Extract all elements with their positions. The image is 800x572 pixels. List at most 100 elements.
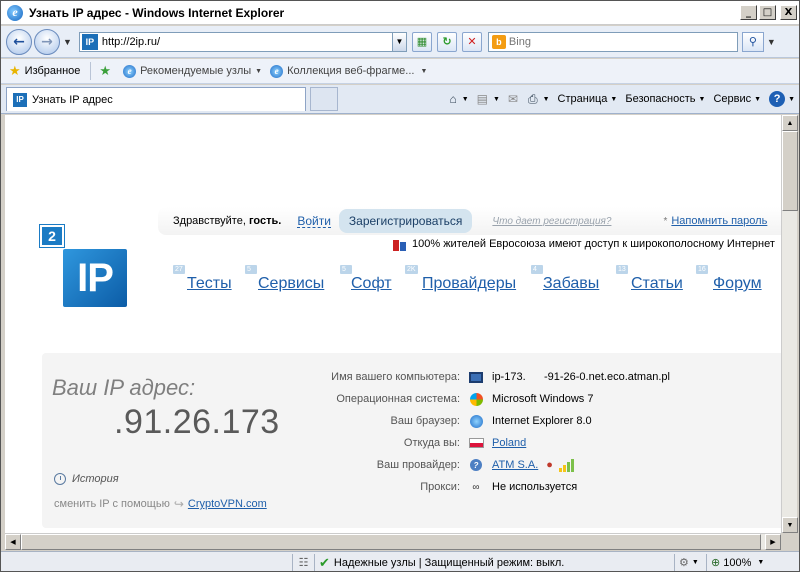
status-bar: ☷ ✔ Надежные узлы | Защищенный режим: вы…	[1, 551, 799, 572]
nav-badge: 16	[696, 265, 708, 274]
mail-button[interactable]: ✉	[508, 92, 520, 106]
ip-heading: Ваш IP адрес:	[52, 375, 196, 400]
help-icon: ?	[769, 91, 786, 107]
address-dropdown-button[interactable]: ▼	[391, 32, 406, 51]
add-favorite-icon: ★	[99, 63, 112, 78]
page-menu[interactable]: Страница ▼	[558, 93, 618, 105]
arrow-icon: ↪	[173, 497, 184, 511]
favorites-button[interactable]: ★ Избранное	[9, 63, 80, 79]
zoom-control[interactable]: ⊕ 100% ▼	[707, 554, 768, 572]
info-key: Ваш провайдер:	[376, 459, 460, 471]
scrollbar-thumb[interactable]	[21, 534, 761, 550]
chart-flag-icon	[393, 237, 407, 251]
check-icon: ✔	[319, 554, 330, 570]
refresh-button[interactable]: ↻	[436, 31, 457, 52]
logo-ip: IP	[63, 249, 127, 307]
zoom-icon: ⊕	[711, 557, 721, 569]
add-to-favorites-bar-button[interactable]: ★	[99, 63, 115, 79]
info-value-link[interactable]: ATM S.A.	[492, 459, 538, 471]
site-logo[interactable]: 2 IP	[36, 225, 132, 309]
chevron-down-icon: ▼	[757, 559, 765, 566]
new-tab-button[interactable]	[310, 87, 338, 111]
info-value: Microsoft Windows 7	[492, 393, 594, 405]
compat-status-icon[interactable]: ☷	[293, 553, 315, 571]
bug-icon[interactable]: ●	[546, 459, 553, 471]
nav-badge: 27	[173, 265, 185, 274]
tab-active[interactable]: IP Узнать IP адрес	[6, 87, 306, 111]
favorites-item-web-slices[interactable]: e Коллекция веб-фрагме... ▼	[270, 64, 427, 78]
safety-menu-label: Безопасность	[625, 93, 696, 105]
info-value: Не используется	[492, 481, 578, 493]
info-row-proxy: Прокси: ∞ Не используется	[232, 477, 772, 497]
chevron-down-icon: ▼	[461, 95, 469, 103]
register-button[interactable]: Зарегистрироваться	[338, 209, 473, 233]
security-zone[interactable]: ✔ Надежные узлы | Защищенный режим: выкл…	[315, 553, 675, 571]
history-dropdown-icon[interactable]: ▼	[63, 37, 72, 47]
close-button[interactable]: X	[780, 5, 797, 20]
scroll-right-icon[interactable]: ▶	[765, 534, 781, 550]
ip-history-link[interactable]: История	[54, 473, 119, 485]
login-bar: Здравствуйте, гость. Войти Зарегистриров…	[158, 207, 781, 235]
nav-label: Провайдеры	[422, 275, 517, 292]
isp-icon: ?	[468, 458, 484, 472]
chevron-down-icon: ▼	[698, 95, 706, 103]
nav-label: Софт	[351, 275, 392, 292]
info-key: Ваш браузер:	[390, 415, 460, 427]
back-button[interactable]: ←	[6, 28, 32, 55]
stop-button[interactable]: ✕	[461, 31, 482, 52]
windows7-icon	[468, 392, 484, 406]
maximize-button[interactable]: □	[759, 5, 776, 20]
vpn-link[interactable]: CryptoVPN.com	[188, 498, 267, 510]
search-box[interactable]: b	[487, 31, 738, 52]
favorites-item-label: Рекомендуемые узлы	[140, 65, 252, 77]
forward-button[interactable]: →	[34, 28, 60, 55]
nav-badge: 5	[245, 265, 257, 274]
search-options-dropdown-icon[interactable]: ▼	[767, 37, 776, 47]
chevron-down-icon: ▼	[542, 95, 550, 103]
glasses-icon: ∞	[472, 481, 480, 493]
search-input[interactable]	[508, 35, 737, 48]
print-button[interactable]: ⎙ ▼	[528, 92, 550, 107]
printer-icon: ⎙	[528, 91, 538, 106]
scroll-up-icon[interactable]: ▲	[782, 115, 798, 131]
title-bar: e Узнать IP адрес - Windows Internet Exp…	[1, 1, 799, 25]
search-button[interactable]: ⚲	[741, 31, 764, 52]
why-register-link[interactable]: Что дает регистрация?	[492, 216, 611, 227]
ip-info-panel: Ваш IP адрес: .91.26.173 История сменить…	[42, 353, 781, 528]
scroll-left-icon[interactable]: ◀	[5, 534, 21, 550]
eu-notice-text: 100% жителей Евросоюза имеют доступ к ши…	[412, 238, 775, 250]
safety-menu[interactable]: Безопасность ▼	[625, 93, 705, 105]
favorites-item-suggested-sites[interactable]: e Рекомендуемые узлы ▼	[123, 64, 262, 78]
info-key: Имя вашего компьютера:	[331, 371, 460, 383]
url-input[interactable]	[101, 35, 392, 48]
chevron-down-icon: ▼	[788, 95, 795, 103]
scroll-down-icon[interactable]: ▼	[782, 517, 798, 533]
login-link[interactable]: Войти	[297, 215, 331, 228]
window-title: Узнать IP адрес - Windows Internet Explo…	[29, 5, 285, 20]
eu-notice[interactable]: 100% жителей Евросоюза имеют доступ к ши…	[393, 237, 775, 251]
feeds-button[interactable]: ▤ ▼	[477, 92, 500, 106]
ie-page-icon: e	[123, 64, 137, 78]
protected-mode-button[interactable]: ⚙ ▼	[675, 553, 707, 571]
home-button[interactable]: ⌂ ▼	[449, 92, 468, 106]
vertical-scrollbar[interactable]: ▲ ▼	[781, 115, 798, 533]
ie-logo-icon: e	[7, 4, 23, 21]
tools-menu[interactable]: Сервис ▼	[713, 93, 761, 105]
chevron-down-icon: ▼	[610, 95, 618, 103]
tab-label: Узнать IP адрес	[32, 93, 113, 106]
scrollbar-thumb[interactable]	[782, 131, 798, 211]
address-field[interactable]: IP ▼	[78, 31, 407, 52]
zoom-level: 100%	[723, 556, 752, 569]
horizontal-scrollbar[interactable]: ◀ ▶	[5, 533, 781, 550]
mail-icon: ✉	[507, 92, 518, 106]
help-button[interactable]: ? ▼	[769, 91, 795, 107]
favorites-bar: ★ Избранное ★ e Рекомендуемые узлы ▼ e К…	[1, 59, 799, 84]
ie-page-icon: e	[270, 64, 284, 78]
remind-password-link[interactable]: Напомнить пароль	[671, 215, 767, 227]
info-row-location: Откуда вы: Poland	[232, 433, 772, 453]
history-label: История	[72, 473, 119, 485]
vpn-offer: сменить IP с помощью ↪ CryptoVPN.com	[54, 497, 267, 511]
compatibility-view-button[interactable]: ▦	[411, 31, 432, 52]
info-value-link[interactable]: Poland	[492, 437, 526, 449]
minimize-button[interactable]: _	[740, 5, 757, 20]
